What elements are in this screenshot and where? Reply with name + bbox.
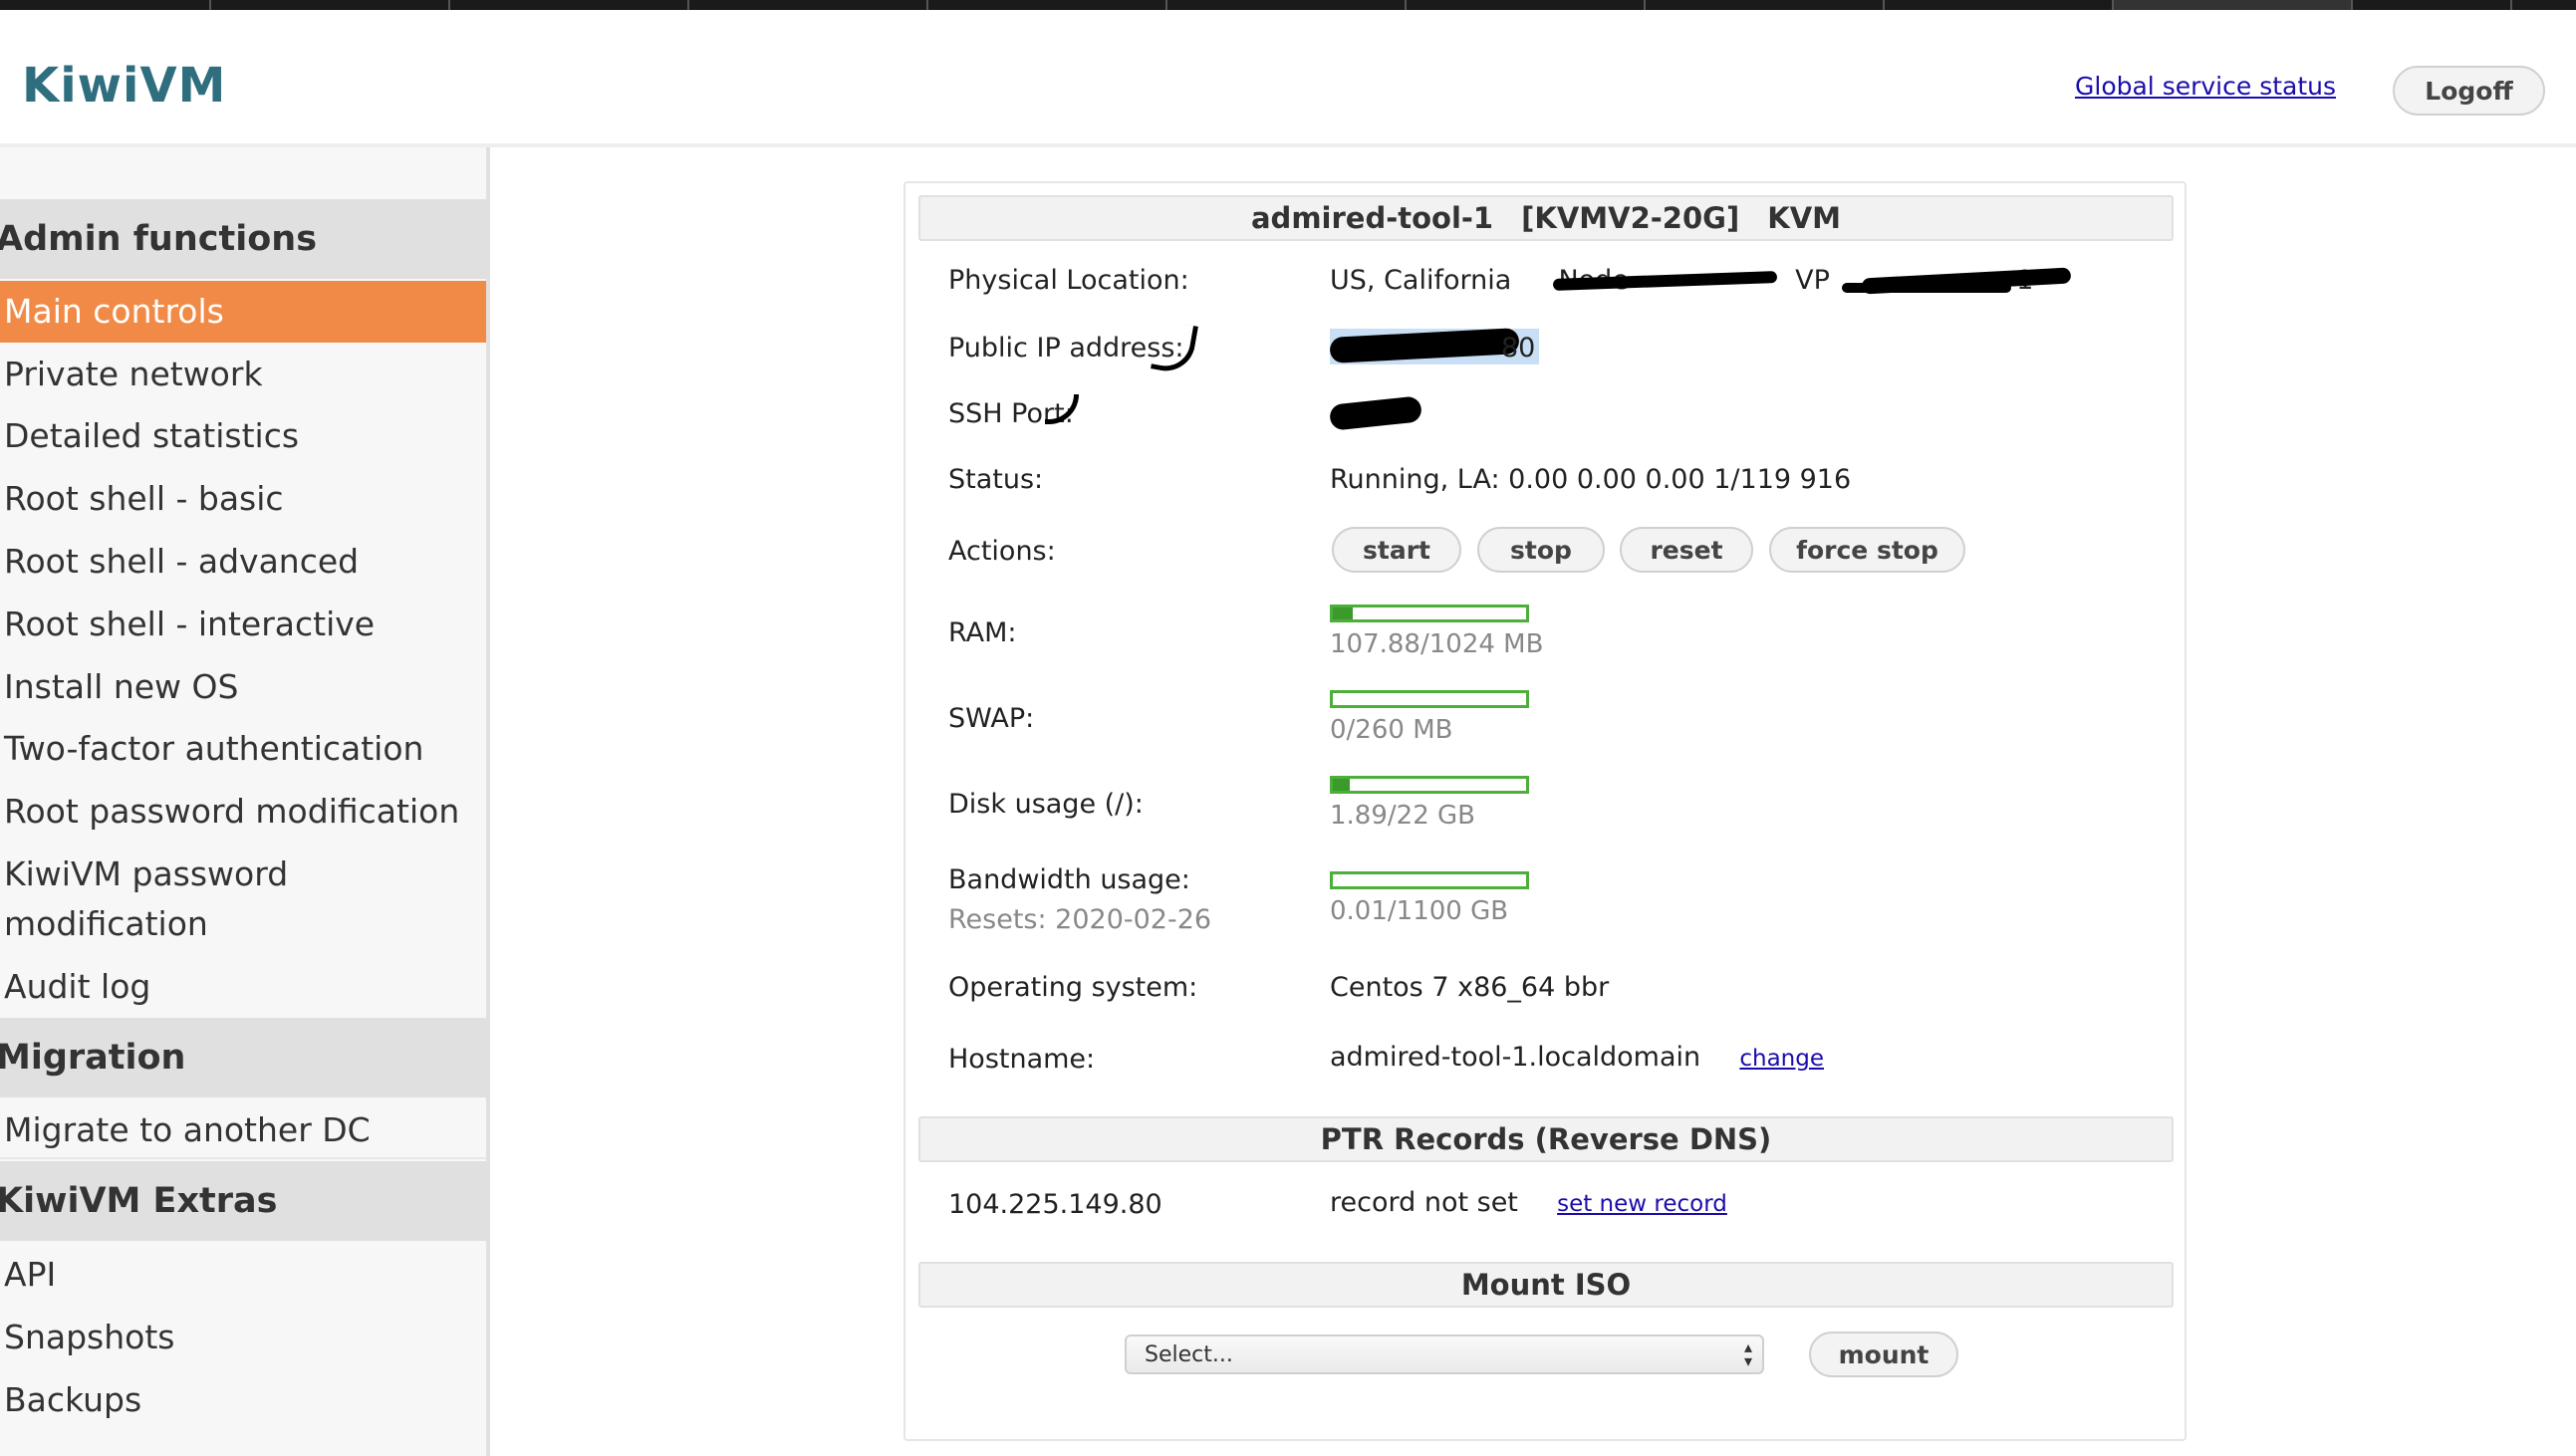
sidebar-item-main-controls[interactable]: Main controls [0,281,486,343]
ptr-records-bar: PTR Records (Reverse DNS) [918,1116,2174,1162]
change-hostname-link[interactable]: change [1739,1046,1824,1072]
sidebar-item-detailed-statistics[interactable]: Detailed statistics [0,411,486,461]
hostname-value-row: admired-tool-1.localdomain change [1330,1042,1824,1073]
sidebar-item-root-shell-interactive[interactable]: Root shell - interactive [0,600,486,649]
hostname-value: admired-tool-1.localdomain [1330,1042,1701,1073]
site-header: KiwiVM Global service status Logoff [0,10,2576,147]
sidebar-item-root-shell-advanced[interactable]: Root shell - advanced [0,537,486,587]
status-label: Status: [948,464,1044,495]
public-ip-value[interactable]: 80 [1501,333,1535,364]
redaction-scribble [1842,283,2011,293]
section-admin-functions: Admin functions [0,199,486,279]
iso-select-value: Select... [1145,1341,1233,1367]
logoff-button[interactable]: Logoff [2393,66,2545,116]
section-migration: Migration [0,1018,486,1097]
swap-meter [1330,690,1529,708]
pen-mark [1150,319,1199,376]
os-label: Operating system: [948,972,1198,1003]
hostname-label: Hostname: [948,1044,1096,1075]
iso-select[interactable]: Select... ▴ ▾ [1125,1335,1764,1374]
sidebar-item-snapshots[interactable]: Snapshots [0,1313,486,1362]
section-title: Admin functions [0,219,318,259]
bandwidth-usage-label: Bandwidth usage: [948,864,1190,895]
bandwidth-meter [1330,871,1529,889]
vps-hostname-title: admired-tool-1 [1250,201,1494,235]
ram-meter-fill [1333,607,1354,619]
sidebar-item-two-factor-auth[interactable]: Two-factor authentication [0,724,486,774]
ptr-status-row: record not set set new record [1330,1187,1727,1218]
disk-meter-fill [1333,779,1350,791]
disk-meter [1330,776,1529,794]
sidebar-item-root-shell-basic[interactable]: Root shell - basic [0,474,486,524]
pen-mark [1045,394,1079,424]
sidebar-item-label: modification [4,904,208,943]
swap-label: SWAP: [948,703,1035,734]
status-value: Running, LA: 0.00 0.00 0.00 1/119 916 [1330,464,1852,495]
section-kiwivm-extras: KiwiVM Extras [0,1161,486,1241]
ram-label: RAM: [948,617,1017,648]
set-new-record-link[interactable]: set new record [1557,1191,1727,1217]
ptr-status: record not set [1330,1187,1518,1218]
mount-button[interactable]: mount [1809,1332,1958,1377]
bandwidth-reset-note: Resets: 2020-02-26 [948,904,1212,935]
divider [0,1157,486,1159]
vps-type-title: KVM [1767,201,1841,235]
mount-iso-bar: Mount ISO [918,1262,2174,1308]
public-ip-label: Public IP address: [948,333,1184,364]
actions-label: Actions: [948,536,1056,567]
main-controls-panel: admired-tool-1 [KVMV2-20G] KVM Physical … [903,181,2187,1441]
redaction-scribble [1328,395,1423,431]
sidebar-item-root-password[interactable]: Root password modification [0,787,486,837]
sidebar-item-api[interactable]: API [0,1250,486,1300]
os-value: Centos 7 x86_64 bbr [1330,972,1610,1003]
bandwidth-usage-text: 0.01/1100 GB [1330,896,1509,926]
global-service-status-link[interactable]: Global service status [2075,72,2336,101]
sidebar-item-backups[interactable]: Backups [0,1375,486,1425]
sidebar-item-private-network[interactable]: Private network [0,350,486,399]
sidebar-item-audit-log[interactable]: Audit log [0,962,486,1012]
disk-usage-label: Disk usage (/): [948,789,1144,820]
location-text: US, California [1330,265,1512,296]
stop-button[interactable]: stop [1477,527,1605,573]
ram-meter [1330,605,1529,622]
sidebar-item-migrate[interactable]: Migrate to another DC [0,1105,486,1155]
vps-title-bar: admired-tool-1 [KVMV2-20G] KVM [918,195,2174,241]
section-title: KiwiVM Extras [0,1181,278,1221]
reset-button[interactable]: reset [1620,527,1753,573]
sidebar: Admin functions Main controls Private ne… [0,147,490,1456]
browser-tab-strip [0,0,2576,10]
swap-usage-text: 0/260 MB [1330,715,1453,745]
sidebar-item-label: KiwiVM password [4,854,289,893]
physical-location-label: Physical Location: [948,265,1189,296]
disk-usage-text: 1.89/22 GB [1330,801,1475,831]
ram-usage-text: 107.88/1024 MB [1330,629,1544,659]
ptr-ip: 104.225.149.80 [948,1189,1162,1220]
start-button[interactable]: start [1332,527,1461,573]
vps-plan-title: [KVMV2-20G] [1521,201,1740,235]
vps-fragment: VP [1795,265,1830,296]
sidebar-item-kiwivm-password[interactable]: KiwiVM password modification [0,849,486,949]
select-arrows-icon: ▴ ▾ [1743,1337,1752,1370]
section-title: Migration [0,1038,186,1078]
kiwivm-logo[interactable]: KiwiVM [22,58,226,114]
force-stop-button[interactable]: force stop [1769,527,1965,573]
sidebar-item-install-new-os[interactable]: Install new OS [0,662,486,712]
